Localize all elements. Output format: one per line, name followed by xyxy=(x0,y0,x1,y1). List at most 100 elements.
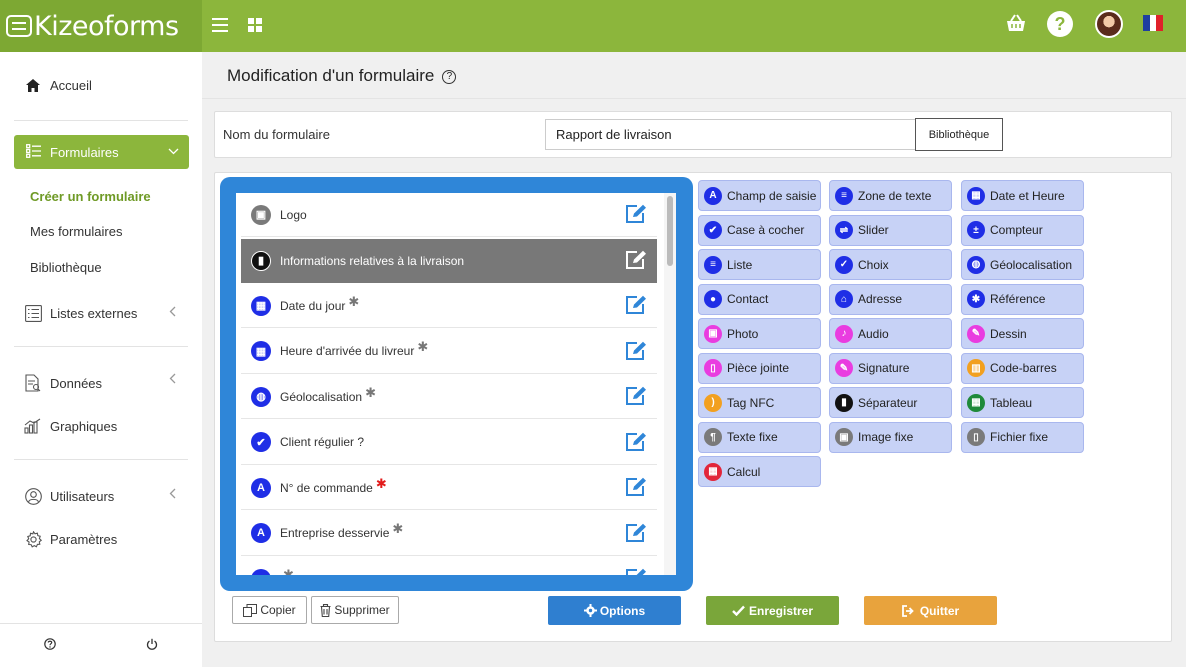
control-button[interactable]: ▮ Séparateur xyxy=(829,387,952,418)
options-button[interactable]: Options xyxy=(548,596,681,625)
field-row[interactable]: ◍ Géolocalisation ✱ xyxy=(241,375,657,419)
library-button[interactable]: Bibliothèque xyxy=(915,118,1003,151)
external-list-icon xyxy=(24,304,42,322)
control-button[interactable]: ⇌ Slider xyxy=(829,214,952,246)
list-icon: ≡ xyxy=(251,568,271,575)
sidebar-item-external-lists[interactable]: Listes externes xyxy=(24,304,137,322)
sidebar-sub-library[interactable]: Bibliothèque xyxy=(30,260,102,275)
users-icon xyxy=(24,487,42,505)
sidebar-item-label: Formulaires xyxy=(50,144,119,160)
bookmark-icon: ▮ xyxy=(835,393,853,412)
sidebar-item-data[interactable]: Données xyxy=(24,374,102,392)
sidebar-item-charts[interactable]: Graphiques xyxy=(24,417,117,435)
control-button[interactable]: ◍ Géolocalisation xyxy=(961,249,1084,280)
sidebar-sub-my-forms[interactable]: Mes formulaires xyxy=(30,224,122,239)
control-label: Référence xyxy=(990,292,1046,306)
sidebar-item-settings[interactable]: Paramètres xyxy=(24,530,117,548)
field-row[interactable]: ✔ Client régulier ? xyxy=(241,420,657,465)
control-button[interactable]: ± Compteur xyxy=(961,214,1084,246)
control-button[interactable]: ) Tag NFC xyxy=(698,387,821,418)
delete-button[interactable]: Supprimer xyxy=(311,596,399,624)
edit-icon[interactable] xyxy=(625,204,647,224)
field-row[interactable]: ≡✱ xyxy=(241,557,657,575)
divider xyxy=(14,346,188,347)
control-button[interactable]: ≡ Liste xyxy=(698,249,821,280)
control-label: Date et Heure xyxy=(990,188,1065,203)
sidebar-item-label: Listes externes xyxy=(50,305,138,321)
edit-icon[interactable] xyxy=(625,341,647,361)
kizeo-logo[interactable]: Kizeoforms xyxy=(0,0,202,52)
field-label: Heure d'arrivée du livreur xyxy=(280,344,415,358)
form-name-input[interactable] xyxy=(545,119,915,150)
sidebar-item-label: Accueil xyxy=(50,77,92,93)
calendar-icon: ▦ xyxy=(967,186,985,205)
sidebar-item-home[interactable]: Accueil xyxy=(24,76,92,94)
field-row[interactable]: ▣ Logo xyxy=(241,193,657,237)
sidebar-item-label: Utilisateurs xyxy=(50,488,115,504)
edit-icon[interactable] xyxy=(625,432,647,452)
control-button[interactable]: ⌂ Adresse xyxy=(829,283,952,315)
field-label: Logo xyxy=(280,207,307,222)
sidebar-item-users[interactable]: Utilisateurs xyxy=(24,487,114,505)
user-avatar[interactable] xyxy=(1095,10,1123,38)
divider xyxy=(14,459,188,460)
edit-icon[interactable] xyxy=(625,386,647,406)
control-button[interactable]: ✔ Case à cocher xyxy=(698,214,821,246)
field-row[interactable]: ▦ Heure d'arrivée du livreur ✱ xyxy=(241,329,657,374)
apps-grid-icon[interactable] xyxy=(248,18,262,32)
edit-icon[interactable] xyxy=(625,568,647,575)
control-button[interactable]: ▯ Fichier fixe xyxy=(961,421,1084,453)
paragraph-icon: ¶ xyxy=(704,428,722,446)
page-title: Modification d'un formulaire? xyxy=(227,66,457,86)
control-button[interactable]: ▣ Photo xyxy=(698,318,821,349)
edit-icon[interactable] xyxy=(625,477,647,497)
edit-icon[interactable] xyxy=(625,295,647,315)
sidebar-item-forms[interactable]: Formulaires xyxy=(14,135,189,169)
control-button[interactable]: ♪ Audio xyxy=(829,318,952,349)
control-button[interactable]: ✎ Signature xyxy=(829,352,952,384)
power-icon[interactable] xyxy=(146,638,158,653)
control-label: Choix xyxy=(858,257,889,272)
field-row[interactable]: A Entreprise desservie ✱ xyxy=(241,511,657,556)
field-row[interactable]: ▮ Informations relatives à la livraison xyxy=(241,238,657,283)
control-button[interactable]: ✎ Dessin xyxy=(961,318,1084,349)
quit-button[interactable]: Quitter xyxy=(864,596,997,625)
edit-icon[interactable] xyxy=(625,523,647,543)
french-flag-icon[interactable] xyxy=(1143,15,1164,31)
data-document-icon xyxy=(24,374,42,392)
fields-list-scrollbar[interactable] xyxy=(664,193,676,575)
copy-button[interactable]: Copier xyxy=(232,596,307,624)
form-name-label: Nom du formulaire xyxy=(223,127,330,142)
control-button[interactable]: ▦ Date et Heure xyxy=(961,180,1084,211)
control-button[interactable]: ▥ Code-barres xyxy=(961,352,1084,384)
basket-icon[interactable] xyxy=(1005,13,1027,35)
list-icon: ≡ xyxy=(704,255,722,274)
field-row[interactable]: ▦ Date du jour ✱ xyxy=(241,284,657,328)
control-button[interactable]: ▦ Calcul xyxy=(698,456,821,487)
control-button[interactable]: ▯ Pièce jointe xyxy=(698,352,821,384)
sidebar-item-label: Paramètres xyxy=(50,531,118,547)
control-button[interactable]: ▦ Tableau xyxy=(961,387,1084,418)
field-row[interactable]: A N° de commande ✱ xyxy=(241,466,657,510)
image-icon: ▣ xyxy=(835,428,853,446)
control-label: Audio xyxy=(858,326,889,341)
save-button[interactable]: Enregistrer xyxy=(706,596,839,625)
help-circle-icon[interactable]: ? xyxy=(442,70,457,84)
control-button[interactable]: ▣ Image fixe xyxy=(829,421,952,453)
control-label: Code-barres xyxy=(990,361,1057,375)
control-button[interactable]: ✱ Référence xyxy=(961,283,1084,315)
help-circle-icon[interactable] xyxy=(44,638,56,653)
control-button[interactable]: ✓ Choix xyxy=(829,249,952,280)
control-button[interactable]: A Champ de saisie xyxy=(698,180,821,211)
edit-icon[interactable] xyxy=(625,250,647,270)
sidebar-sub-create-form[interactable]: Créer un formulaire xyxy=(30,189,151,204)
control-button[interactable]: ¶ Texte fixe xyxy=(698,421,821,453)
control-button[interactable]: ≡ Zone de texte xyxy=(829,180,952,211)
hamburger-menu-icon[interactable] xyxy=(212,18,228,32)
field-label: Géolocalisation xyxy=(280,389,363,404)
control-label: Adresse xyxy=(858,292,903,306)
scrollbar-thumb[interactable] xyxy=(667,196,673,266)
help-icon[interactable]: ? xyxy=(1047,11,1073,37)
chevron-left-icon xyxy=(169,372,176,387)
control-button[interactable]: ● Contact xyxy=(698,283,821,315)
